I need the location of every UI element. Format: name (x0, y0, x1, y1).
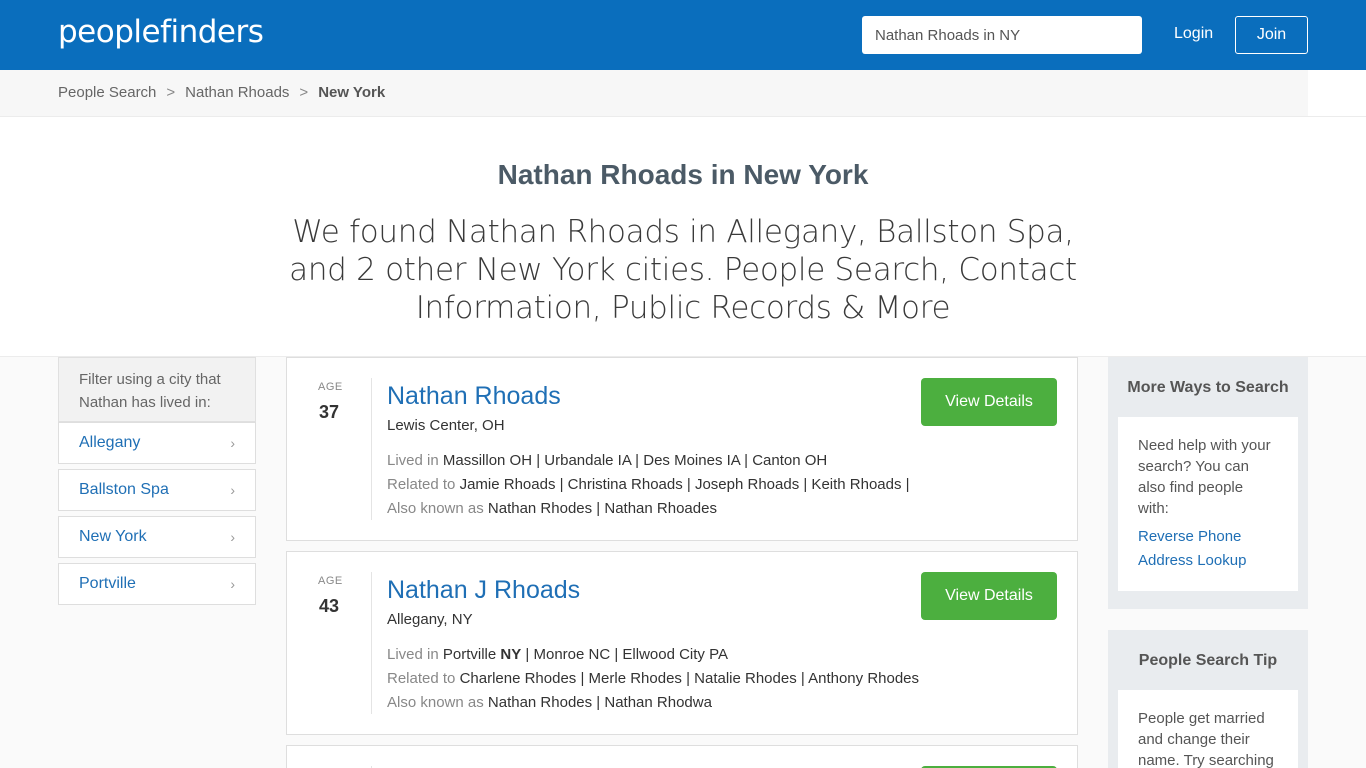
join-button[interactable]: Join (1235, 16, 1308, 54)
view-details-button[interactable]: View Details (921, 378, 1057, 426)
chevron-right-icon: › (230, 576, 235, 592)
page-title: Nathan Rhoads in New York (497, 159, 869, 190)
hero-section: Nathan Rhoads in New York We found Natha… (0, 117, 1366, 357)
breadcrumb-separator: > (166, 84, 176, 101)
aka-label: Also known as (387, 500, 484, 517)
related-values: Charlene Rhodes | Merle Rhodes | Natalie… (459, 670, 920, 687)
result-card (286, 745, 1078, 768)
breadcrumb: People Search > Nathan Rhoads > New York (58, 84, 385, 101)
more-ways-title: More Ways to Search (1127, 379, 1289, 396)
site-header: peoplefinders Login Join (0, 0, 1366, 70)
search-input[interactable] (862, 16, 1142, 54)
breadcrumb-current: New York (318, 84, 386, 101)
age-value: 37 (319, 402, 340, 422)
more-ways-text: Need help with your search? You can also… (1138, 437, 1271, 517)
lived-in-row: Lived in Massillon OH | Urbandale IA | D… (387, 452, 921, 469)
city-filter-allegany[interactable]: Allegany › (58, 422, 256, 464)
aka-row: Also known as Nathan Rhodes | Nathan Rho… (387, 694, 921, 711)
aka-row: Also known as Nathan Rhodes | Nathan Rho… (387, 500, 921, 517)
age-label: AGE (318, 575, 343, 587)
person-location: Allegany, NY (387, 611, 473, 628)
chevron-right-icon: › (230, 435, 235, 451)
page-subtitle: We found Nathan Rhoads in Allegany, Ball… (289, 214, 1077, 326)
text-fade (921, 430, 1057, 520)
divider (371, 572, 372, 714)
lived-in-values: Massillon OH | Urbandale IA | Des Moines… (442, 452, 828, 469)
person-name-link[interactable]: Nathan Rhoads (387, 382, 561, 411)
search-tip-title: People Search Tip (1138, 652, 1278, 669)
lived-in-rest: | Monroe NC | Ellwood City PA (521, 646, 728, 663)
chevron-right-icon: › (230, 529, 235, 545)
city-filter-portville[interactable]: Portville › (58, 563, 256, 605)
city-filter-new-york[interactable]: New York › (58, 516, 256, 558)
person-location: Lewis Center, OH (387, 417, 505, 434)
city-filter-label: Allegany (79, 434, 141, 451)
address-lookup-link[interactable]: Address Lookup (1138, 552, 1278, 570)
lived-in-label: Lived in (387, 452, 439, 469)
related-values: Jamie Rhoads | Christina Rhoads | Joseph… (459, 476, 910, 493)
city-filter-ballston-spa[interactable]: Ballston Spa › (58, 469, 256, 511)
chevron-right-icon: › (230, 482, 235, 498)
reverse-phone-link[interactable]: Reverse Phone (1138, 528, 1278, 546)
related-label: Related to (387, 476, 456, 493)
search-tip-text: People get married and change their name… (1138, 710, 1274, 768)
breadcrumb-separator: > (299, 84, 309, 101)
view-details-button[interactable]: View Details (921, 572, 1057, 620)
city-filter-label: Portville (79, 575, 136, 592)
search-tip-panel: People Search Tip People get married and… (1108, 630, 1308, 768)
lived-in-first: Portville (442, 646, 497, 663)
age-value: 43 (319, 596, 340, 616)
login-link[interactable]: Login (1174, 25, 1213, 43)
related-label: Related to (387, 670, 456, 687)
more-ways-panel: More Ways to Search Need help with your … (1108, 357, 1308, 609)
result-card: AGE 43 Nathan J Rhoads Allegany, NY Live… (286, 551, 1078, 735)
site-logo[interactable]: peoplefinders (58, 14, 264, 50)
text-fade (921, 624, 1057, 714)
result-card: AGE 37 Nathan Rhoads Lewis Center, OH Li… (286, 357, 1078, 541)
related-row: Related to Jamie Rhoads | Christina Rhoa… (387, 476, 921, 493)
search-tip-body: People get married and change their name… (1118, 690, 1298, 768)
city-filter-label: Ballston Spa (79, 481, 169, 498)
aka-values: Nathan Rhodes | Nathan Rhodwa (487, 694, 712, 711)
filter-heading: Filter using a city that Nathan has live… (58, 357, 256, 422)
city-filter-label: New York (79, 528, 147, 545)
breadcrumb-edge (1308, 70, 1366, 116)
breadcrumb-bar: People Search > Nathan Rhoads > New York (0, 70, 1366, 117)
person-name-link[interactable]: Nathan J Rhoads (387, 576, 580, 605)
breadcrumb-nathan-rhoads[interactable]: Nathan Rhoads (185, 84, 289, 101)
main-content: Filter using a city that Nathan has live… (0, 357, 1366, 768)
divider (371, 378, 372, 520)
more-ways-body: Need help with your search? You can also… (1118, 417, 1298, 591)
related-row: Related to Charlene Rhodes | Merle Rhode… (387, 670, 921, 687)
lived-in-label: Lived in (387, 646, 439, 663)
lived-in-state-highlight: NY (500, 646, 522, 663)
aka-values: Nathan Rhodes | Nathan Rhoades (487, 500, 717, 517)
age-label: AGE (318, 381, 343, 393)
breadcrumb-people-search[interactable]: People Search (58, 84, 156, 101)
aka-label: Also known as (387, 694, 484, 711)
lived-in-row: Lived in Portville NY | Monroe NC | Ellw… (387, 646, 921, 663)
